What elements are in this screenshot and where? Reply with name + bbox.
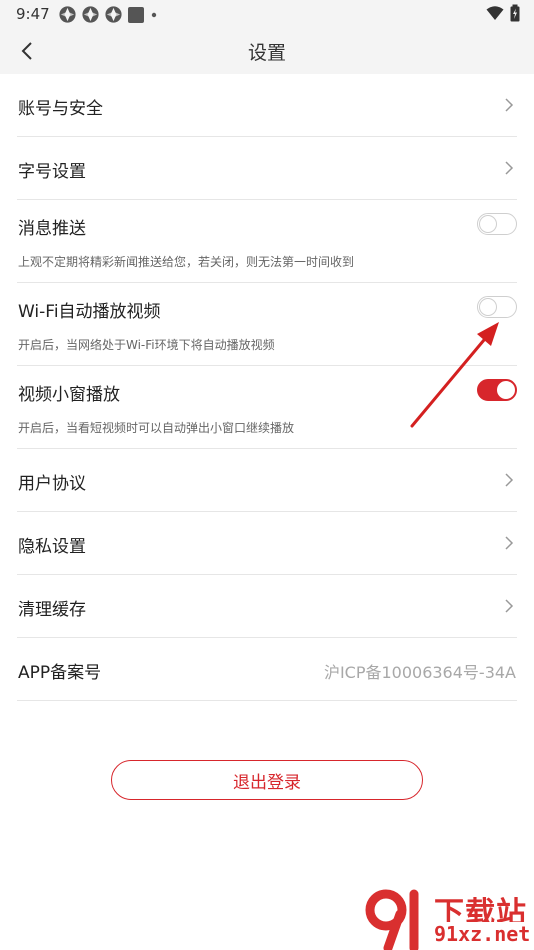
icp-record-item: APP备案号 沪ICP备10006364号-34A <box>17 638 517 701</box>
chevron-right-icon <box>505 599 514 613</box>
notification-icons <box>58 5 159 24</box>
wifi-autoplay-desc: 开启后，当网络处于Wi-Fi环境下将自动播放视频 <box>18 338 275 352</box>
page-title: 设置 <box>247 42 286 64</box>
user-agreement-label: 用户协议 <box>18 474 86 494</box>
status-right <box>486 4 520 22</box>
status-bar: 9:47 <box>0 0 534 28</box>
push-notification-label: 消息推送 <box>18 219 86 239</box>
wifi-autoplay-label: Wi-Fi自动播放视频 <box>18 302 161 322</box>
status-time: 9:47 <box>16 5 50 23</box>
icp-record-label: APP备案号 <box>18 663 102 683</box>
mini-window-label: 视频小窗播放 <box>18 385 120 405</box>
logo-icon <box>365 889 419 950</box>
push-notification-desc: 上观不定期将精彩新闻推送给您，若关闭，则无法第一时间收到 <box>18 255 355 269</box>
annotation-arrow-icon <box>410 322 499 428</box>
notification-square-icon <box>128 6 144 23</box>
push-notification-item: 消息推送 上观不定期将精彩新闻推送给您，若关闭，则无法第一时间收到 <box>17 200 517 283</box>
icp-record-value: 沪ICP备10006364号-34A <box>323 663 516 682</box>
mini-window-desc: 开启后，当看短视频时可以自动弹出小窗口继续播放 <box>18 421 295 435</box>
font-size-label: 字号设置 <box>18 162 86 182</box>
app-bar: 设置 <box>0 28 534 74</box>
font-size-item[interactable]: 字号设置 <box>17 137 517 200</box>
push-notification-toggle[interactable] <box>477 213 517 235</box>
notification-app-icon <box>105 6 122 23</box>
battery-charging-icon <box>510 4 520 22</box>
clear-cache-item[interactable]: 清理缓存 <box>17 575 517 638</box>
chevron-right-icon <box>505 98 514 112</box>
privacy-settings-item[interactable]: 隐私设置 <box>17 512 517 575</box>
toggle-knob <box>479 298 497 316</box>
more-notifications-icon <box>151 12 157 17</box>
logout-button[interactable]: 退出登录 <box>111 760 423 800</box>
clear-cache-label: 清理缓存 <box>18 600 86 620</box>
chevron-right-icon <box>505 473 514 487</box>
wifi-icon <box>486 6 504 20</box>
chevron-right-icon <box>505 536 514 550</box>
chevron-right-icon <box>505 161 514 175</box>
user-agreement-item[interactable]: 用户协议 <box>17 449 517 512</box>
notification-app-icon <box>82 6 99 23</box>
watermark-text-bottom: 91xz.net <box>432 922 533 946</box>
wifi-autoplay-toggle[interactable] <box>477 296 517 318</box>
notification-app-icon <box>59 6 76 23</box>
account-security-item[interactable]: 账号与安全 <box>17 74 517 137</box>
toggle-knob <box>479 215 497 233</box>
watermark-logo: 下载站 91xz.net <box>362 888 534 950</box>
privacy-settings-label: 隐私设置 <box>18 537 86 557</box>
account-security-label: 账号与安全 <box>18 99 103 119</box>
